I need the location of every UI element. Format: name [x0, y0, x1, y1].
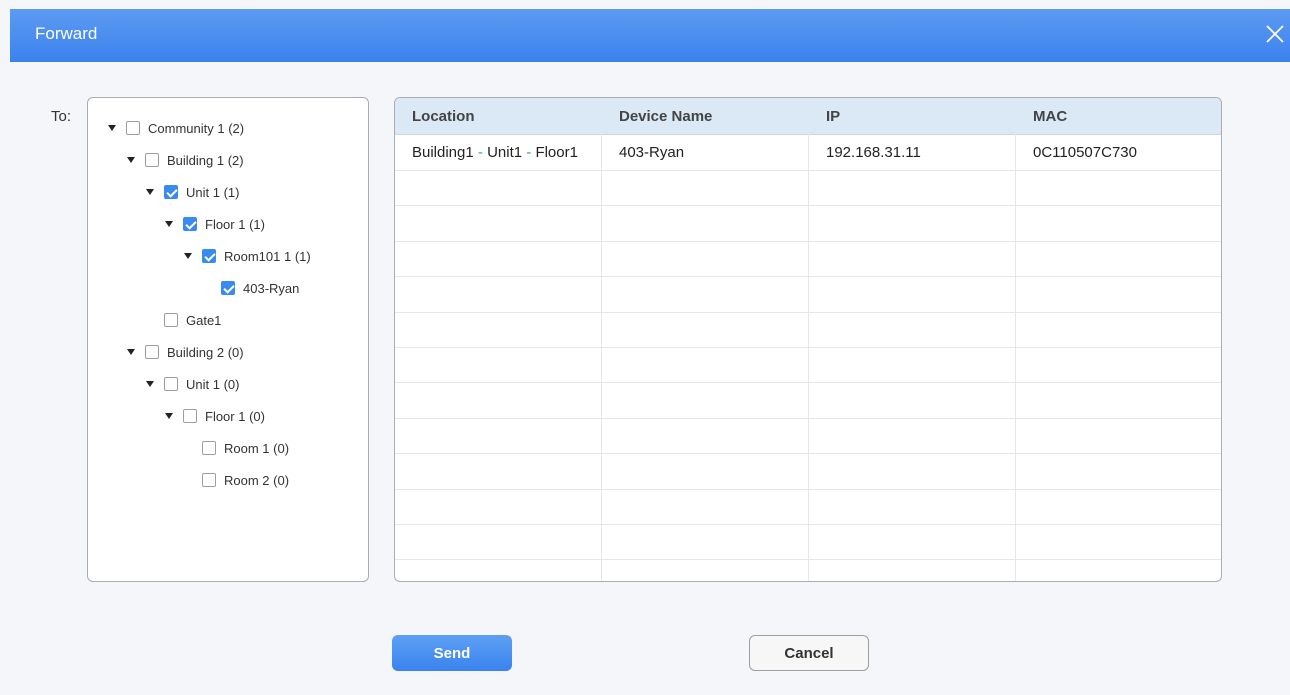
checkbox-icon[interactable] — [202, 473, 216, 487]
tree-node-label: Unit 1 (0) — [186, 376, 240, 392]
column-divider — [1015, 134, 1016, 581]
location-part: Unit1 — [487, 144, 523, 161]
caret-down-icon[interactable] — [146, 189, 154, 195]
to-label: To: — [51, 108, 72, 125]
checkbox-icon[interactable] — [164, 313, 178, 327]
caret-down-icon[interactable] — [127, 349, 135, 355]
caret-down-icon[interactable] — [127, 157, 135, 163]
tree-node[interactable]: Building 2 (0) — [127, 342, 244, 362]
tree-node[interactable]: Gate1 — [146, 310, 221, 330]
tree-node-label: Unit 1 (1) — [186, 184, 240, 200]
close-icon — [1266, 25, 1284, 43]
tree-node[interactable]: Floor 1 (0) — [165, 406, 265, 426]
checkbox-icon[interactable] — [164, 377, 178, 391]
tree-node-label: Floor 1 (0) — [205, 408, 265, 424]
tree-node-label: 403-Ryan — [243, 280, 300, 296]
column-header-mac[interactable]: MAC — [1016, 98, 1221, 134]
column-divider — [601, 134, 602, 581]
column-header-ip[interactable]: IP — [809, 98, 1016, 134]
location-part: Floor1 — [535, 144, 578, 161]
tree-node[interactable]: Room 2 (0) — [184, 470, 289, 490]
caret-down-icon[interactable] — [165, 413, 173, 419]
tree-node[interactable]: Unit 1 (0) — [146, 374, 239, 394]
tree-node-label: Gate1 — [186, 312, 222, 328]
checkbox-icon[interactable] — [183, 409, 197, 423]
cell-mac: 0C110507C730 — [1033, 144, 1137, 161]
tree-node-label: Building 2 (0) — [167, 344, 244, 360]
tree-node-label: Room 1 (0) — [224, 440, 290, 456]
tree-node[interactable]: Room 1 (0) — [184, 438, 289, 458]
tree-node[interactable]: Room101 1 (1) — [184, 246, 311, 266]
tree-node[interactable]: Building 1 (2) — [127, 150, 244, 170]
location-part: Building1 — [412, 144, 474, 161]
checkbox-icon[interactable] — [221, 281, 235, 295]
cell-ip: 192.168.31.11 — [826, 144, 921, 161]
tree-node-label: Building 1 (2) — [167, 152, 244, 168]
table-header: Location Device Name IP MAC — [395, 98, 1221, 135]
tree-node[interactable]: 403-Ryan — [203, 278, 299, 298]
checkbox-icon[interactable] — [164, 185, 178, 199]
checkbox-icon[interactable] — [202, 249, 216, 263]
send-button[interactable]: Send — [392, 635, 512, 671]
tree-node[interactable]: Community 1 (2) — [108, 118, 244, 138]
tree-node-label: Room101 1 (1) — [224, 248, 311, 264]
column-header-location[interactable]: Location — [395, 98, 602, 134]
recipient-tree: Community 1 (2) Building 1 (2) Unit 1 (1) F… — [87, 97, 369, 582]
location-separator: - — [473, 144, 488, 161]
forward-dialog: Forward To: Community 1 (2) Building 1 (2… — [0, 0, 1290, 695]
cell-location: Building1 - Unit1 - Floor1 — [395, 135, 602, 170]
caret-down-icon[interactable] — [146, 381, 154, 387]
checkbox-icon[interactable] — [145, 345, 159, 359]
tree-node-label: Floor 1 (1) — [205, 216, 265, 232]
close-button[interactable] — [1260, 19, 1290, 49]
tree-node-label: Room 2 (0) — [224, 472, 290, 488]
checkbox-icon[interactable] — [202, 441, 216, 455]
dialog-title: Forward — [35, 24, 98, 43]
tree-node-label: Community 1 (2) — [148, 120, 245, 136]
cell-device-name: 403-Ryan — [619, 144, 685, 161]
device-table: Location Device Name IP MAC Building1 - … — [394, 97, 1222, 582]
cancel-button[interactable]: Cancel — [749, 635, 869, 671]
checkbox-icon[interactable] — [145, 153, 159, 167]
column-divider — [808, 134, 809, 581]
column-header-device-name[interactable]: Device Name — [602, 98, 809, 134]
tree-node[interactable]: Floor 1 (1) — [165, 214, 265, 234]
caret-down-icon[interactable] — [165, 221, 173, 227]
location-separator: - — [522, 144, 536, 161]
dialog-titlebar: Forward — [10, 9, 1290, 62]
caret-down-icon[interactable] — [108, 125, 116, 131]
caret-down-icon[interactable] — [184, 253, 192, 259]
checkbox-icon[interactable] — [126, 121, 140, 135]
checkbox-icon[interactable] — [183, 217, 197, 231]
tree-node[interactable]: Unit 1 (1) — [146, 182, 239, 202]
